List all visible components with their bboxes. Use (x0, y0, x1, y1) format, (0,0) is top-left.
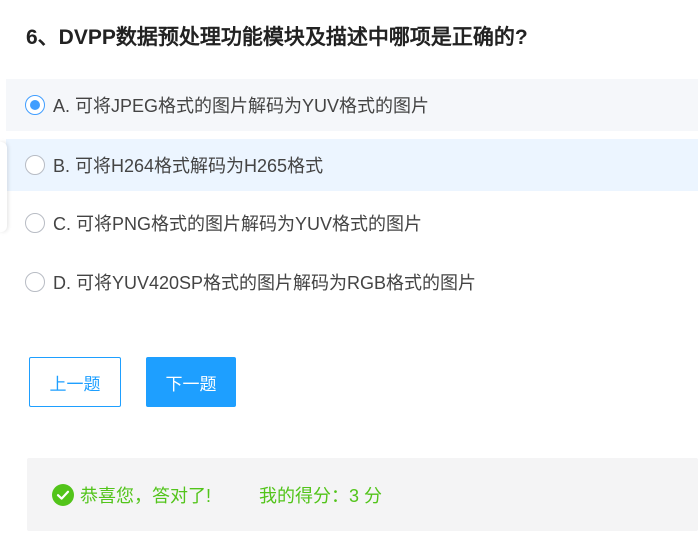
radio-button-a[interactable] (25, 95, 45, 115)
option-b-label: B. 可将H264格式解码为H265格式 (53, 156, 324, 176)
option-a[interactable]: A. 可将JPEG格式的图片解码为YUV格式的图片 (6, 79, 698, 131)
option-a-label: A. 可将JPEG格式的图片解码为YUV格式的图片 (53, 96, 430, 116)
option-c-label: C. 可将PNG格式的图片解码为YUV格式的图片 (53, 214, 423, 234)
option-d[interactable]: D. 可将YUV420SP格式的图片解码为RGB格式的图片 (6, 256, 698, 308)
option-b[interactable]: B. 可将H264格式解码为H265格式 (6, 139, 698, 191)
check-circle-icon (52, 483, 74, 506)
side-panel-edge (0, 142, 7, 232)
radio-button-c[interactable] (25, 213, 45, 233)
result-panel: 恭喜您，答对了! 我的得分：3 分 (27, 458, 698, 531)
result-message: 恭喜您，答对了! (80, 485, 212, 506)
quiz-page: 6、DVPP数据预处理功能模块及描述中哪项是正确的? A. 可将JPEG格式的图… (0, 0, 698, 555)
radio-button-d[interactable] (25, 272, 45, 292)
option-d-label: D. 可将YUV420SP格式的图片解码为RGB格式的图片 (53, 273, 477, 293)
prev-question-button[interactable]: 上一题 (29, 357, 121, 407)
score-text: 我的得分：3 分 (259, 485, 383, 506)
option-c[interactable]: C. 可将PNG格式的图片解码为YUV格式的图片 (6, 197, 698, 249)
next-question-button[interactable]: 下一题 (146, 357, 236, 407)
question-title: 6、DVPP数据预处理功能模块及描述中哪项是正确的? (26, 26, 528, 49)
radio-button-b[interactable] (25, 155, 45, 175)
radio-dot (30, 100, 40, 110)
